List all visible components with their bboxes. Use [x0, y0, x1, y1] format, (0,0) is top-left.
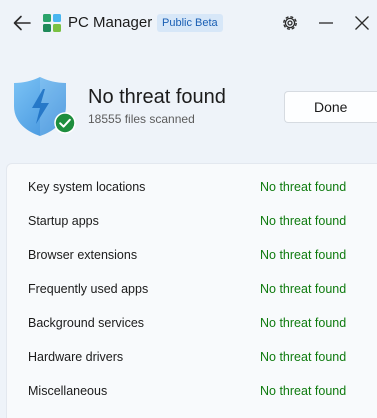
list-item: Miscellaneous No threat found [7, 381, 377, 401]
check-circle-icon [54, 112, 76, 134]
list-item: Hardware drivers No threat found [7, 347, 377, 367]
result-status: No threat found [260, 316, 347, 330]
gear-icon[interactable] [279, 12, 301, 34]
result-label: Background services [28, 316, 145, 330]
back-arrow-icon[interactable] [11, 12, 33, 34]
list-item: Background services No threat found [7, 313, 377, 333]
result-status: No threat found [260, 350, 347, 364]
result-label: Key system locations [28, 180, 146, 194]
result-label: Browser extensions [28, 248, 138, 262]
app-title: PC Manager [68, 14, 153, 31]
result-label: Frequently used apps [28, 282, 149, 296]
scan-result-title: No threat found [88, 86, 226, 108]
result-label: Startup apps [28, 214, 99, 228]
list-item: Browser extensions No threat found [7, 245, 377, 265]
result-label: Miscellaneous [28, 384, 108, 398]
close-icon[interactable] [351, 12, 373, 34]
result-status: No threat found [260, 384, 347, 398]
list-item: Startup apps No threat found [7, 211, 377, 231]
result-status: No threat found [260, 180, 347, 194]
minimize-icon[interactable] [315, 12, 337, 34]
files-scanned-count: 18555 files scanned [88, 112, 195, 126]
title-bar: PC Manager Public Beta [0, 0, 377, 46]
result-status: No threat found [260, 282, 347, 296]
pc-manager-logo-icon [42, 13, 62, 33]
list-item: Key system locations No threat found [7, 177, 377, 197]
result-status: No threat found [260, 214, 347, 228]
done-button[interactable]: Done [284, 91, 377, 123]
shield-lightning-icon [12, 74, 78, 140]
result-status: No threat found [260, 248, 347, 262]
result-label: Hardware drivers [28, 350, 124, 364]
public-beta-badge: Public Beta [157, 14, 223, 32]
scan-results-list: Key system locations No threat found Sta… [6, 163, 377, 418]
list-item: Frequently used apps No threat found [7, 279, 377, 299]
